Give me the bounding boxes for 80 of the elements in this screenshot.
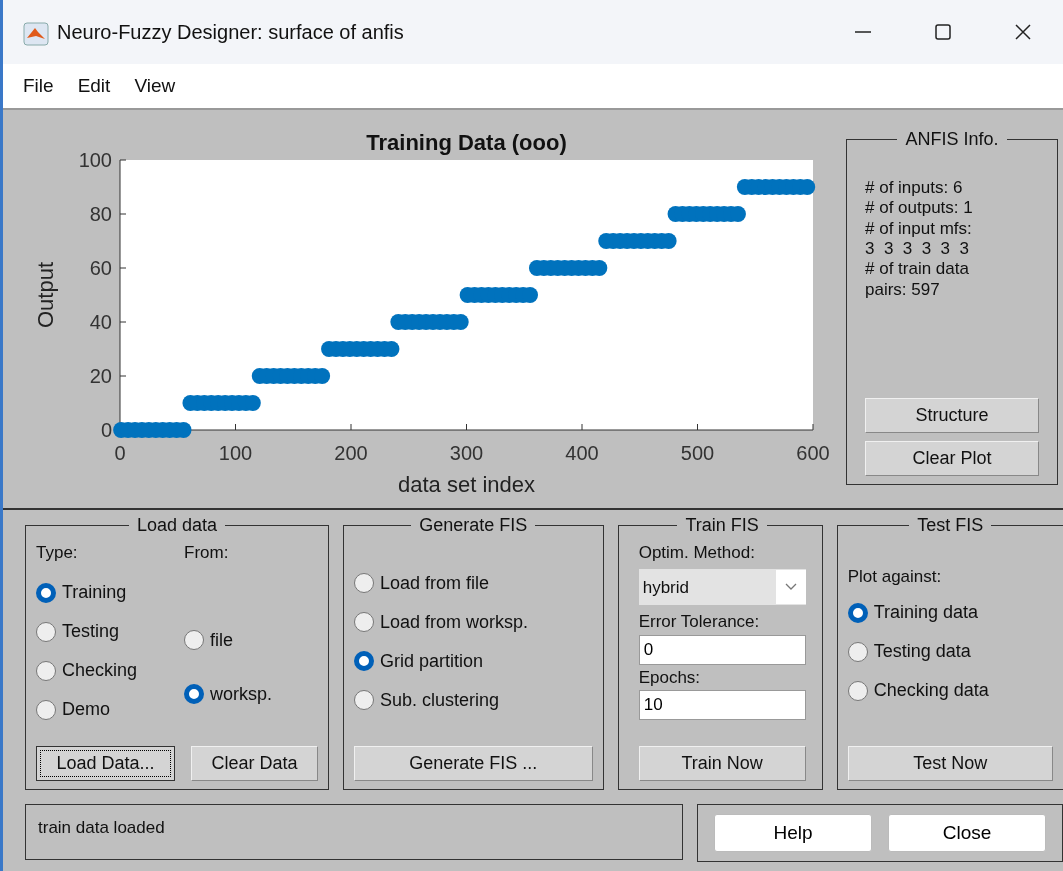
x-tick-label: 500 [680,442,715,464]
dialog-button[interactable]: Close [888,814,1046,852]
input-field[interactable]: 0 [638,634,806,665]
field-label: Error Tolerance: [638,611,761,634]
info-text: # of outputs: 1 [865,198,974,219]
radio-circle[interactable] [847,602,868,623]
radio-circle[interactable] [36,699,56,720]
radio-circle[interactable] [353,690,374,711]
radio-option[interactable]: Training data [847,593,1053,633]
x-tick-label: 100 [218,442,253,464]
radio-option[interactable]: Checking [36,651,184,691]
radio-option[interactable]: Load from worksp. [353,602,593,642]
radio-option[interactable]: Training [36,573,184,613]
field-label: Plot against: [847,565,943,588]
menu-item[interactable]: View [134,71,176,101]
field-label: From: [184,541,230,564]
info-text: # of input mfs: [865,218,973,239]
radio-circle[interactable] [847,641,868,662]
radio-circle[interactable] [36,582,56,603]
x-tick-label: 300 [449,442,484,464]
radio-circle[interactable] [184,630,204,651]
radio-option[interactable]: Sub. clustering [353,680,593,720]
y-tick-label: 0 [100,419,112,441]
menu-item[interactable]: File [23,71,54,101]
radio-option[interactable]: Testing data [847,632,1053,672]
radio-circle[interactable] [847,680,868,701]
panel-title: Load data [135,516,218,536]
radio-option[interactable]: Grid partition [353,641,593,681]
panel-title: Test FIS [916,516,985,536]
generate-button[interactable]: Generate FIS ... [353,746,593,781]
y-tick-label: 20 [89,365,112,387]
radio-circle[interactable] [353,651,374,672]
radio-circle[interactable] [36,660,56,681]
radio-circle[interactable] [184,684,204,705]
close-icon[interactable] [1013,22,1033,42]
info-text: 3 3 3 3 3 3 [865,238,970,260]
info-button[interactable]: Clear Plot [865,441,1039,476]
panel-title: Train FIS [684,516,760,536]
y-tick-label: 80 [89,203,112,225]
dialog-button[interactable]: Help [714,814,872,852]
load-button[interactable]: Load Data... [36,746,175,781]
menu-item[interactable]: Edit [77,71,111,101]
x-axis-label: data set index [398,472,535,497]
radio-circle[interactable] [353,612,374,633]
maximize-icon[interactable] [933,22,953,42]
input-field[interactable]: 10 [638,690,806,721]
radio-circle[interactable] [36,621,56,642]
y-tick-label: 60 [89,257,112,279]
field-label: Optim. Method: [638,541,756,564]
y-axis-label: Output [33,262,58,328]
x-tick-label: 200 [334,442,368,464]
chevron-down-icon [784,583,797,592]
radio-option[interactable]: file [184,613,272,668]
x-tick-label: 400 [565,442,599,464]
x-tick-label: 600 [796,442,830,464]
app-logo-icon [23,21,49,46]
radio-option[interactable]: worksp. [184,667,272,722]
radio-option[interactable]: Testing [36,612,184,652]
radio-option[interactable]: Checking data [847,671,1053,711]
window-title: Neuro-Fuzzy Designer: surface of anfis [57,20,405,45]
y-tick-label: 100 [78,149,112,171]
chart-title: Training Data (ooo) [366,130,567,155]
info-button[interactable]: Structure [865,398,1039,433]
load-button[interactable]: Clear Data [191,746,318,781]
x-tick-label: 0 [114,442,126,464]
train-button[interactable]: Train Now [638,746,806,781]
info-text: # of inputs: 6 [865,177,964,199]
radio-option[interactable]: Load from file [353,563,593,603]
status-text: train data loaded [38,818,165,837]
info-text: pairs: 597 [865,279,941,301]
method-dropdown[interactable]: hybrid [638,569,806,606]
info-text: # of train data [865,259,970,280]
radio-option[interactable]: Demo [36,690,184,730]
radio-circle[interactable] [353,573,374,594]
field-label: Type: [36,541,79,564]
panel-title: ANFIS Info. [904,130,1000,150]
y-tick-label: 40 [89,311,112,333]
field-label: Epochs: [638,666,702,689]
panel-title: Generate FIS [418,516,529,536]
test-button[interactable]: Test Now [847,746,1053,781]
